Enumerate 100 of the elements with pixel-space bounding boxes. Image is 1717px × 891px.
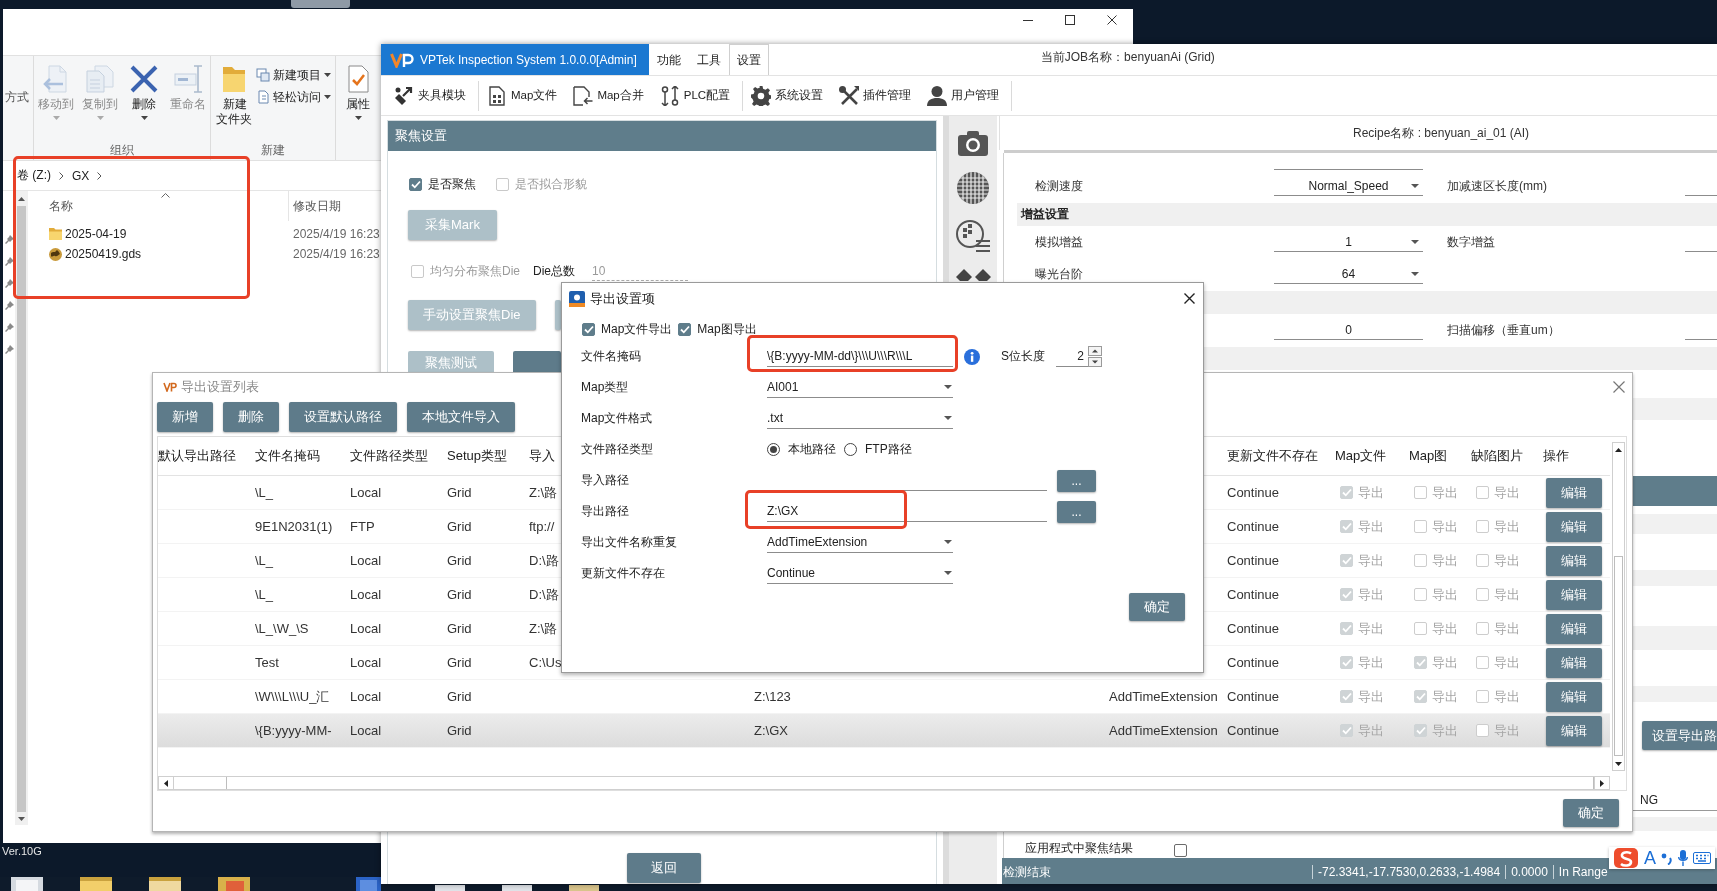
pin-icon[interactable] [4,323,14,332]
dropdown-field[interactable]: 1 [1274,232,1423,252]
pin-icon[interactable] [4,235,14,244]
column-header[interactable]: Map图 [1409,447,1448,465]
column-header[interactable]: 缺陷图片 [1471,447,1523,465]
dropdown-field[interactable]: .txt [767,408,953,429]
pin-icon[interactable] [4,279,14,288]
action-button[interactable]: 设置导出路 [1642,721,1717,750]
scrollbar[interactable] [15,191,28,825]
action-button[interactable]: 本地文件导入 [407,402,515,432]
scroll-left-icon[interactable] [164,779,168,787]
file-name[interactable]: 20250419.gds [65,247,142,261]
scroll-up-icon[interactable] [18,197,25,201]
ribbon-button[interactable]: 新建项目 [256,67,331,83]
ribbon-button[interactable]: 属性 [340,65,376,142]
close-icon[interactable] [1107,15,1117,25]
column-header[interactable]: Setup类型 [447,447,507,465]
maximize-icon[interactable] [1065,15,1075,25]
action-button[interactable]: 新增 [157,402,213,432]
edit-button[interactable]: 编辑 [1546,715,1602,746]
browse-button[interactable]: ... [1057,500,1096,523]
spin-up-icon[interactable] [1088,346,1102,356]
info-icon[interactable] [964,348,980,365]
pin-icon[interactable] [4,257,14,266]
scroll-down-icon[interactable] [18,817,25,821]
microphone-icon[interactable] [1678,850,1688,866]
scroll-up-icon[interactable] [1615,448,1622,452]
input-field[interactable]: Z:\GX [767,501,1047,522]
toolbar-button[interactable]: 夹具模块 [386,81,474,110]
input-field[interactable]: \{B:yyyy-MM-dd\}\\\U\\\R\\\L [767,346,953,367]
scrollbar-thumb[interactable] [1614,556,1623,756]
column-header[interactable]: 操作 [1543,447,1569,465]
scrollbar-thumb[interactable] [17,206,26,812]
ribbon-button[interactable]: 新建文件夹 [215,65,252,142]
scroll-right-icon[interactable] [1600,779,1604,787]
edit-button[interactable]: 编辑 [1546,613,1602,644]
dropdown-field[interactable]: AI001 [767,377,953,398]
camera-icon[interactable] [958,130,988,156]
column-header[interactable]: 更新文件不存在 [1227,447,1318,465]
browse-button[interactable]: ... [1057,469,1096,492]
input-field[interactable]: 0 [1274,320,1423,340]
taskbar-icon[interactable] [356,877,381,891]
partial-button[interactable] [513,351,561,373]
checkbox[interactable] [1174,844,1187,857]
ime-logo-icon[interactable] [1613,847,1639,869]
column-header[interactable]: 默认导出路径 [158,447,236,465]
scrollbar[interactable] [158,776,1610,790]
confirm-button[interactable]: 确定 [1129,593,1185,621]
menu-tab[interactable]: 功能 [648,44,689,75]
ime-mode[interactable]: A [1644,848,1656,868]
spin-down-icon[interactable] [1088,357,1102,367]
chevron-icon[interactable] [97,171,103,180]
minimize-icon[interactable] [1023,19,1033,21]
edit-button[interactable]: 编辑 [1546,647,1602,678]
dropdown-field[interactable]: Continue [767,563,953,584]
edit-button[interactable]: 编辑 [1546,511,1602,542]
close-icon[interactable] [1184,293,1195,304]
breadcrumb[interactable]: GX [72,168,90,183]
column-header[interactable]: Map文件 [1335,447,1387,465]
taskbar-icon[interactable] [218,877,250,891]
table-row[interactable]: \{B:yyyy-MM- Local Grid Z:\GX AddTimeExtension Continue 导出 导出 导出 编辑 [158,714,1610,748]
checkbox[interactable] [678,322,692,336]
back-button[interactable]: 返回 [627,853,701,883]
checkbox[interactable] [409,177,422,191]
keyboard-icon[interactable] [1693,852,1711,864]
checkbox[interactable] [582,322,595,336]
edit-button[interactable]: 编辑 [1546,579,1602,610]
taskbar-icon[interactable] [149,877,181,891]
edit-button[interactable]: 编辑 [1546,477,1602,508]
ribbon-button[interactable]: 轻松访问 [256,89,331,105]
column-header[interactable]: 导入 [529,447,555,465]
toolbar-button[interactable]: 系统设置 [743,81,832,110]
action-button[interactable]: 删除 [223,402,279,432]
scrollbar[interactable] [1612,442,1625,771]
scrollbar-thumb[interactable] [226,777,1594,789]
scroll-down-icon[interactable] [1615,762,1622,766]
menu-tab[interactable]: 设置 [728,44,769,75]
confirm-button[interactable]: 确定 [1563,799,1619,827]
map-list-icon[interactable] [956,220,990,253]
punctuation-icon[interactable] [1661,851,1673,865]
wafer-grid-icon[interactable] [957,172,989,204]
chevron-icon[interactable] [59,171,64,180]
file-name[interactable]: 2025-04-19 [65,227,127,241]
sort-icon[interactable] [161,193,170,198]
action-button[interactable]: 设置默认路径 [289,402,397,432]
ribbon-button[interactable]: 删除 [126,65,162,142]
edit-button[interactable]: 编辑 [1546,545,1602,576]
toolbar-button[interactable]: Map合并 [565,81,652,110]
column-header[interactable]: 名称 [49,197,73,215]
dropdown-field[interactable]: Normal_Speed [1274,176,1423,196]
toolbar-button[interactable]: Map文件 [479,81,566,110]
dropdown-field[interactable]: 64 [1274,264,1423,284]
dropdown-field[interactable]: AddTimeExtension [767,532,953,553]
toolbar-button[interactable]: 插件管理 [831,81,920,110]
pin-icon[interactable] [4,345,14,354]
pin-icon[interactable] [4,301,14,310]
column-header[interactable]: 文件路径类型 [350,447,428,465]
toolbar-button[interactable]: PLC配置 [651,81,739,110]
edit-button[interactable]: 编辑 [1546,681,1602,712]
column-header[interactable]: 修改日期 [293,197,341,215]
